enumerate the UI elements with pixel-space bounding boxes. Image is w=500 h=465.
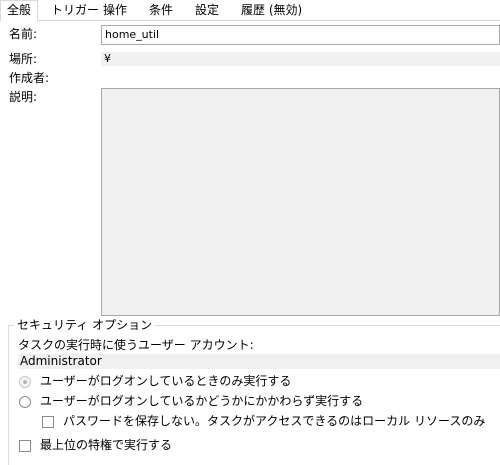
- author-value: [101, 70, 500, 84]
- radio-run-only-logged-on[interactable]: [19, 376, 31, 388]
- location-label: 場所:: [9, 52, 38, 66]
- tab-history[interactable]: 履歴 (無効): [235, 2, 308, 20]
- name-field[interactable]: home_util: [101, 25, 500, 45]
- radio-run-whether-logged-on[interactable]: [19, 396, 31, 408]
- do-not-store-password-checkbox[interactable]: [42, 416, 54, 428]
- radio-selected-dot: [23, 380, 27, 384]
- highest-privileges-label[interactable]: 最上位の特権で実行する: [40, 438, 172, 452]
- description-field[interactable]: [101, 88, 500, 316]
- security-options-title: セキュリティ オプション: [14, 318, 156, 332]
- account-prompt: タスクの実行時に使うユーザー アカウント:: [18, 338, 254, 352]
- tab-settings[interactable]: 設定: [189, 2, 225, 20]
- description-label: 説明:: [9, 90, 38, 104]
- author-label: 作成者:: [9, 71, 50, 85]
- do-not-store-password-label[interactable]: パスワードを保存しない。タスクがアクセスできるのはローカル リソースのみ: [63, 414, 485, 428]
- highest-privileges-checkbox[interactable]: [19, 440, 31, 452]
- radio-run-only-logged-on-label[interactable]: ユーザーがログオンしているときのみ実行する: [40, 374, 291, 388]
- location-value: ¥: [101, 52, 500, 66]
- tab-general[interactable]: 全般: [0, 0, 39, 22]
- name-label: 名前:: [9, 27, 38, 41]
- account-value: Administrator: [18, 354, 500, 369]
- tab-actions[interactable]: 操作: [97, 2, 133, 20]
- tab-conditions[interactable]: 条件: [143, 2, 179, 20]
- tab-triggers[interactable]: トリガー: [45, 2, 105, 20]
- tab-bar: 全般 トリガー 操作 条件 設定 履歴 (無効): [0, 0, 500, 22]
- radio-run-whether-logged-on-label[interactable]: ユーザーがログオンしているかどうかにかかわらず実行する: [40, 394, 363, 408]
